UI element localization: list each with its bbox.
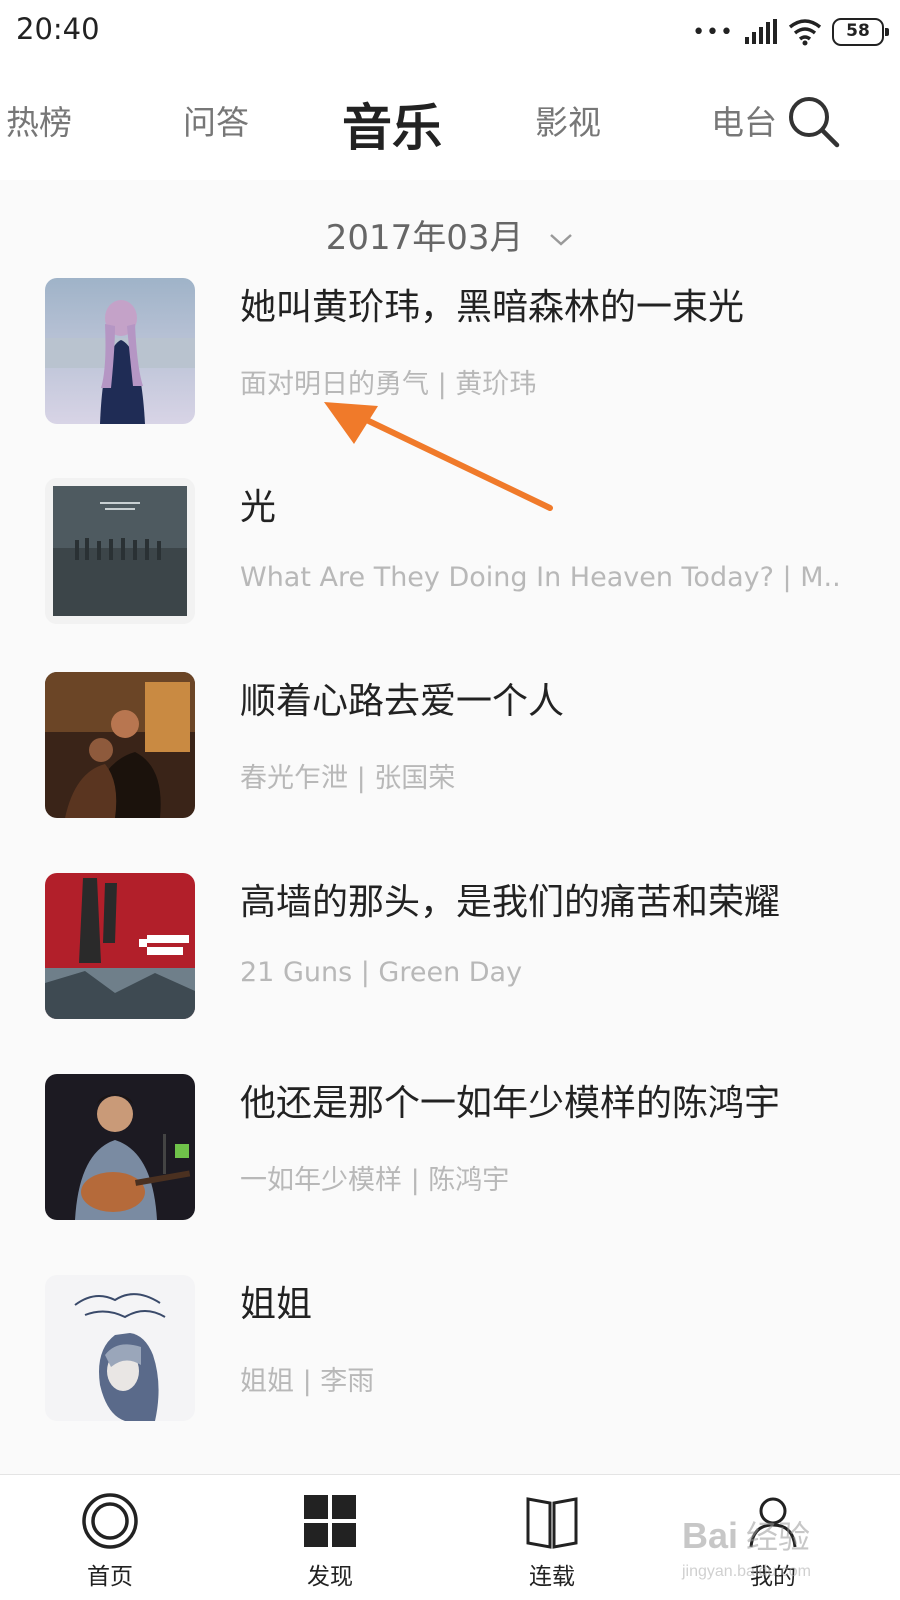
item-title: 高墙的那头，是我们的痛苦和荣耀 [240,882,781,923]
bottom-nav-label: 我的 [750,1564,796,1590]
search-icon [789,97,840,148]
album-cover [45,873,195,1019]
item-subtitle: What Are They Doing In Heaven Today? | M… [240,562,840,593]
user-icon [749,1497,797,1548]
list-item[interactable]: 他还是那个一如年少模样的陈鸿宇 一如年少模样 | 陈鸿宇 [0,1074,900,1254]
tab-movies[interactable]: 影视 [535,96,601,144]
item-subtitle: 一如年少模样 | 陈鸿宇 [240,1165,510,1196]
bottom-nav-mine[interactable]: 我的 [718,1491,828,1591]
bottom-nav-serial[interactable]: 连载 [497,1491,607,1591]
list-item[interactable]: 她叫黄玠玮，黑暗森林的一束光 面对明日的勇气 | 黄玠玮 [0,278,900,458]
item-title: 顺着心路去爱一个人 [240,681,565,722]
tab-radio[interactable]: 电台 [711,96,777,144]
item-subtitle: 面对明日的勇气 | 黄玠玮 [240,369,537,400]
battery-icon: 58 [832,18,889,46]
list-item[interactable]: 姐姐 姐姐 | 李雨 [0,1275,900,1455]
bottom-nav-discover[interactable]: 发现 [275,1491,385,1591]
list-item[interactable]: 顺着心路去爱一个人 春光乍泄 | 张国荣 [0,672,900,852]
item-title: 她叫黄玠玮，黑暗森林的一束光 [240,287,745,328]
month-selector[interactable]: 2017年03月 [0,210,900,259]
bottom-nav-home[interactable]: 首页 [55,1491,165,1591]
top-nav: 热榜 问答 音乐 影视 电台 [0,64,900,180]
bottom-nav-label: 首页 [87,1564,133,1590]
album-cover [45,478,195,624]
status-time: 20:40 [16,12,100,46]
grid-icon [304,1495,356,1547]
wifi-icon [788,19,822,46]
album-cover [45,1074,195,1220]
tab-hot[interactable]: 热榜 [6,96,72,144]
album-cover [45,672,195,818]
tab-qa[interactable]: 问答 [183,96,249,144]
item-subtitle: 21 Guns | Green Day [240,957,523,988]
item-subtitle: 姐姐 | 李雨 [240,1366,375,1397]
bottom-nav: 首页 发现 连载 我的 [0,1474,900,1600]
signal-dots: ••• [692,19,734,45]
month-label: 2017年03月 [325,218,524,258]
item-title: 姐姐 [240,1284,313,1325]
item-title: 他还是那个一如年少模样的陈鸿宇 [240,1083,781,1124]
item-title: 光 [240,487,277,528]
search-button[interactable] [786,94,842,150]
signal-icon [745,19,777,44]
status-bar: 20:40 ••• 58 [0,0,900,64]
bottom-nav-label: 连载 [529,1564,575,1590]
bottom-nav-label: 发现 [307,1564,353,1590]
album-cover [45,1275,195,1421]
home-circle-icon [82,1493,138,1549]
chevron-down-icon [550,233,573,246]
music-feed: 2017年03月 她叫黄玠玮，黑暗森林的一束光 面对明日的勇气 | 黄玠玮 光 … [0,180,900,1474]
item-subtitle: 春光乍泄 | 张国荣 [240,763,456,794]
album-cover [45,278,195,424]
list-item[interactable]: 高墙的那头，是我们的痛苦和荣耀 21 Guns | Green Day [0,873,900,1053]
tab-music[interactable]: 音乐 [342,88,442,160]
list-item[interactable]: 光 What Are They Doing In Heaven Today? |… [0,478,900,658]
status-icons: ••• 58 [692,14,889,50]
book-icon [526,1497,578,1549]
